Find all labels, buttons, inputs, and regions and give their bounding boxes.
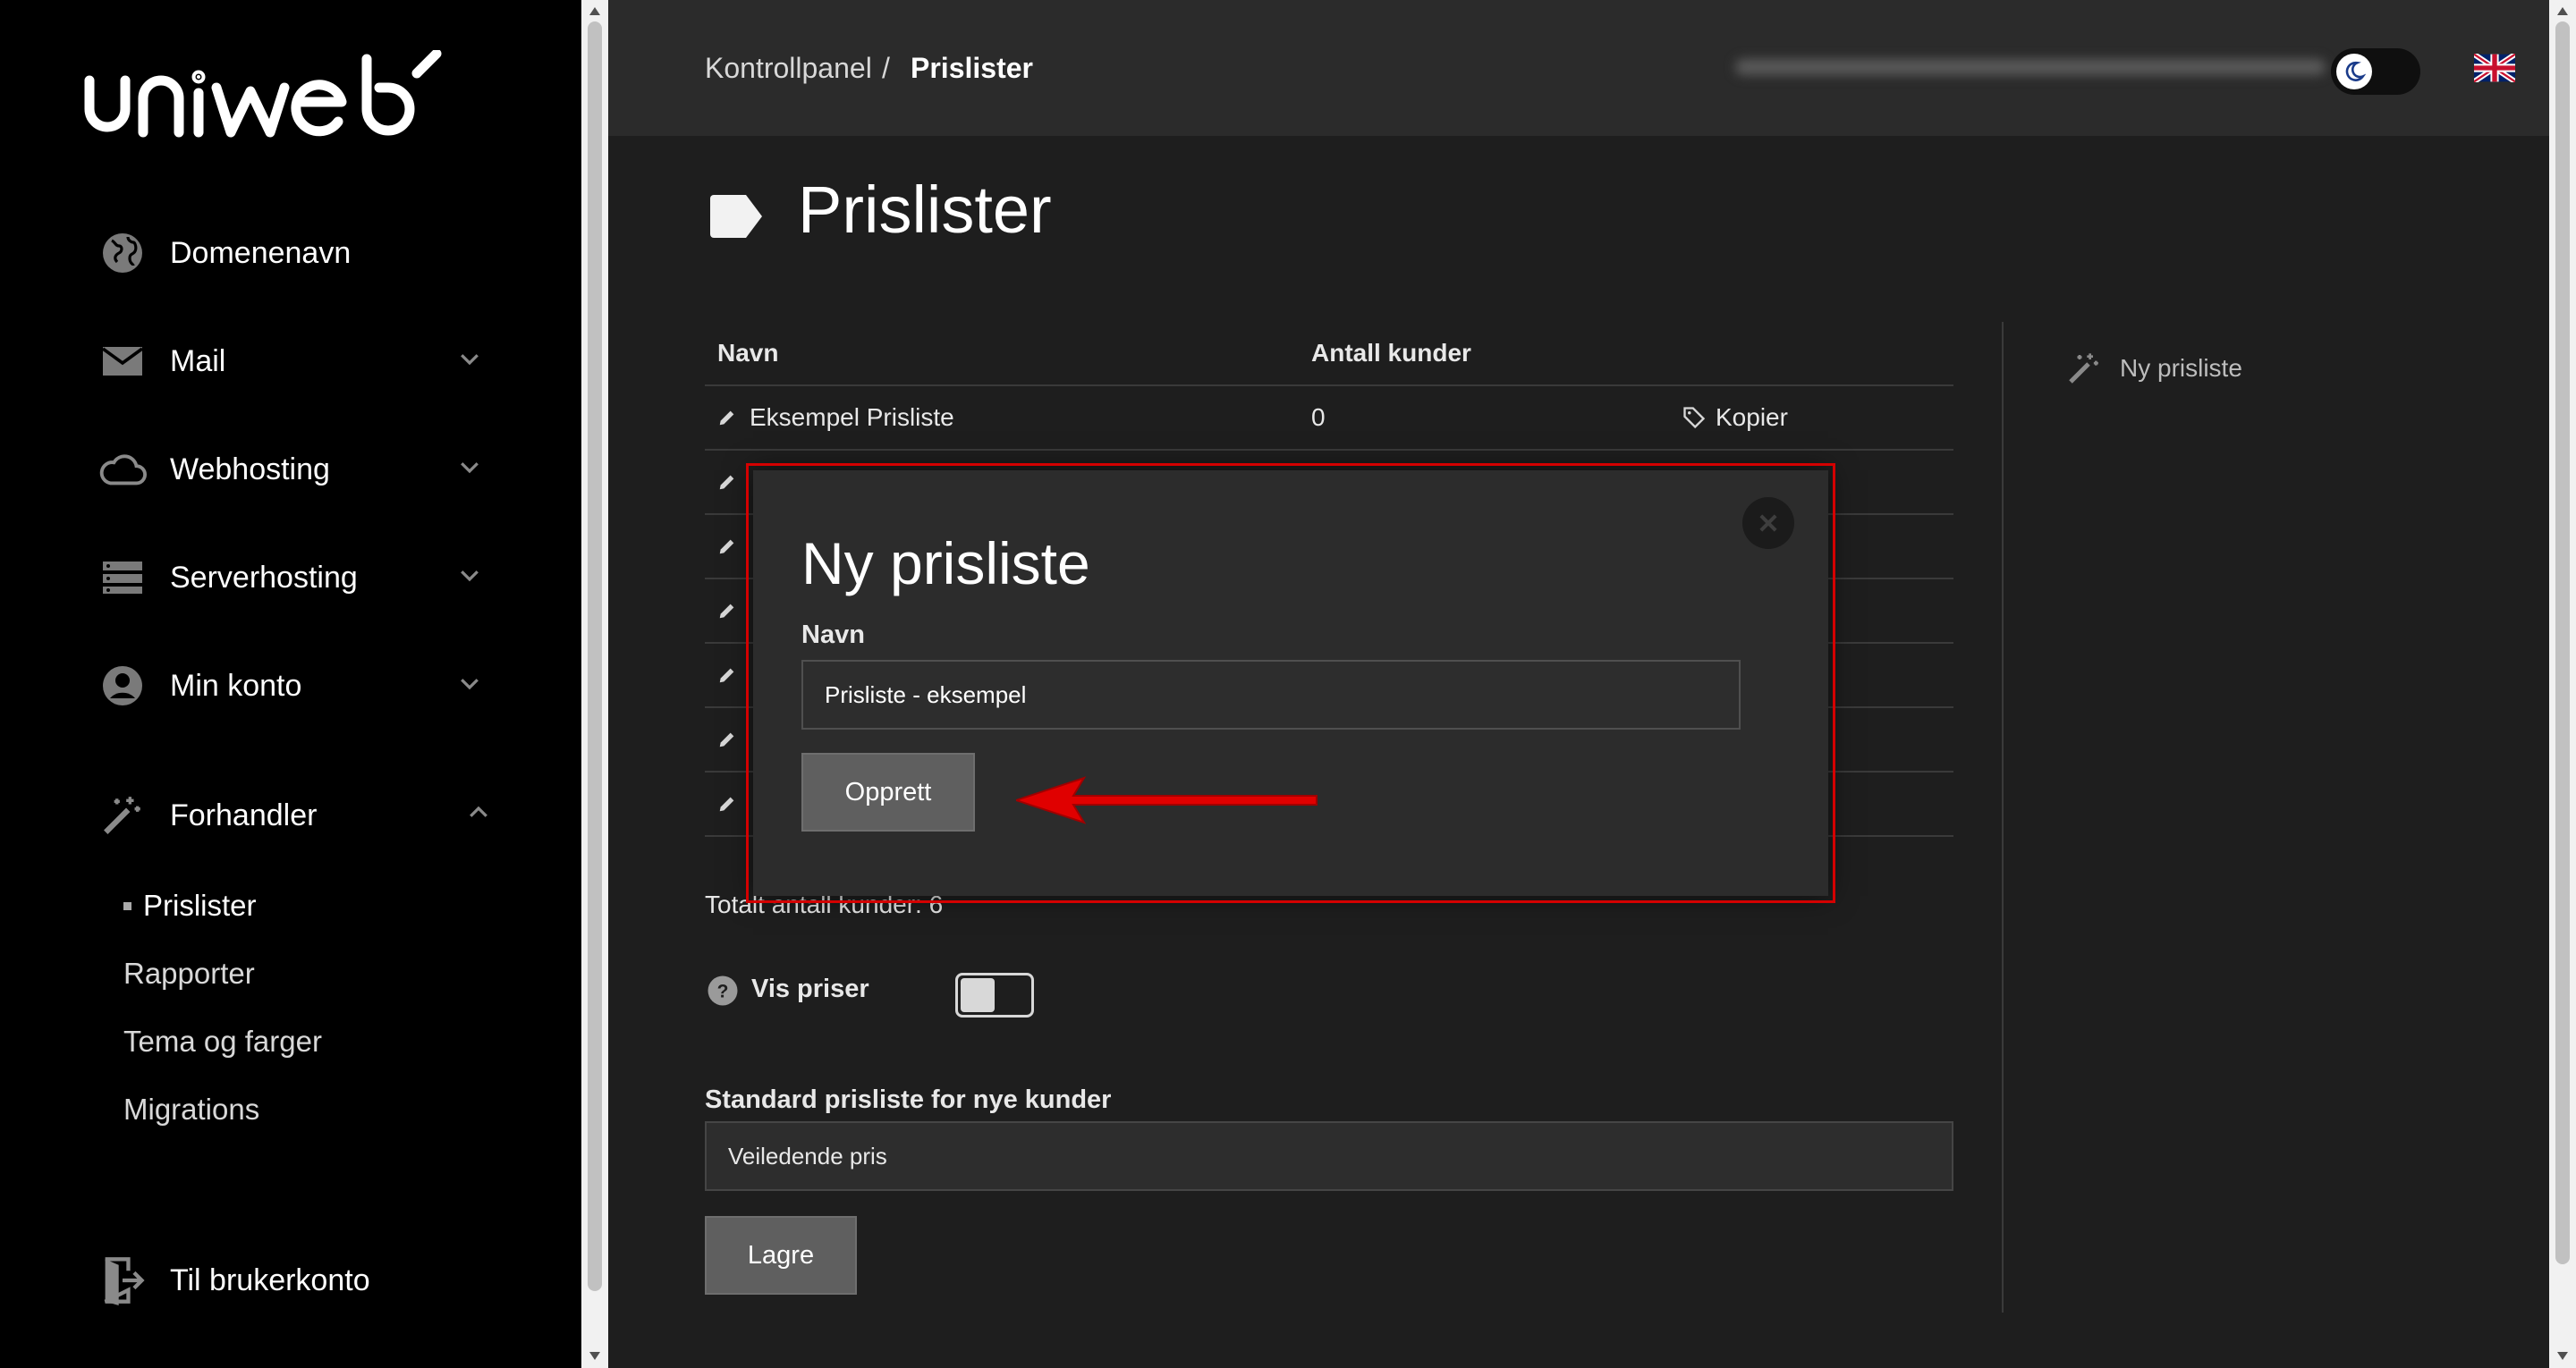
exit-icon [98,1256,147,1305]
pricelist-edit-link[interactable]: Eksempel Prisliste [717,403,1299,432]
sidebar-item-webhosting[interactable]: Webhosting [98,434,483,505]
top-header: Kontrollpanel / Prislister [608,0,2549,136]
magic-wand-icon [98,791,147,840]
pencil-icon [719,604,734,619]
chevron-down-icon[interactable] [456,562,483,588]
tag-icon [708,193,766,240]
mail-icon [98,337,147,385]
standard-pricelist-value: Veiledende pris [728,1142,887,1170]
copy-pricelist-button[interactable]: Kopier [1682,403,1953,432]
vis-priser-label: Vis priser [751,975,869,1003]
new-pricelist-link[interactable]: Ny prisliste [2066,350,2242,386]
pencil-icon [719,797,734,812]
highlight-outline [746,463,1835,903]
copy-label: Kopier [1716,403,1788,431]
sidebar: Domenenavn Mail Webhosting Serverhosting [0,0,581,1368]
main-scrollbar-thumb[interactable] [2555,21,2570,1264]
globe-icon [98,229,147,277]
sidebar-item-serverhosting[interactable]: Serverhosting [98,542,483,613]
sidebar-item-label: Forhandler [170,798,318,832]
sidebar-scrollbar[interactable] [581,0,608,1368]
sidebar-subitem-prislister[interactable]: Prislister [143,889,257,923]
page-title: Prislister [798,173,1052,247]
tag-outline-icon [1683,407,1706,429]
help-icon[interactable]: ? [707,975,739,1007]
main-scrollbar[interactable] [2549,0,2576,1368]
uniweb-logo[interactable] [82,50,476,139]
sidebar-item-domenenavn[interactable]: Domenenavn [98,217,483,289]
sidebar-item-min-konto[interactable]: Min konto [98,650,483,722]
sidebar-subitem-tema-og-farger[interactable]: Tema og farger [123,1025,322,1059]
table-row: Eksempel Prisliste 0 Kopier [705,385,1953,451]
breadcrumb-separator: / [882,52,890,84]
chevron-up-icon[interactable] [465,799,492,826]
scroll-down-arrow-icon[interactable] [2557,1352,2568,1360]
sidebar-item-label: Webhosting [170,452,330,486]
cloud-icon [98,445,147,494]
breadcrumb-root[interactable]: Kontrollpanel [705,52,872,85]
column-divider [2002,322,2004,1313]
standard-pricelist-select[interactable]: Veiledende pris [705,1121,1953,1191]
standard-pricelist-label: Standard prisliste for nye kunder [705,1085,1112,1114]
vis-priser-toggle[interactable] [955,973,1034,1018]
pricelist-name: Eksempel Prisliste [750,403,954,431]
pencil-icon [719,410,734,426]
save-button[interactable]: Lagre [705,1216,857,1295]
annotation-arrow-icon [1016,774,1320,826]
chevron-down-icon[interactable] [456,453,483,480]
column-header-antall-kunder: Antall kunder [1299,322,1669,386]
column-header-navn: Navn [705,322,1299,386]
table-header-row: Navn Antall kunder [705,322,1953,386]
scroll-up-arrow-icon[interactable] [2557,7,2568,15]
sidebar-scrollbar-thumb[interactable] [588,21,602,1291]
pricelist-customer-count: 0 [1299,385,1669,451]
theme-toggle[interactable] [2331,48,2420,95]
save-button-label: Lagre [747,1240,815,1270]
breadcrumb-current: Prislister [911,52,1033,84]
column-header-actions [1669,322,1953,386]
sidebar-footer-label: Til brukerkonto [170,1262,370,1297]
sidebar-subitem-migrations[interactable]: Migrations [123,1093,259,1127]
user-info-blurred [1735,59,2326,75]
pencil-icon [719,732,734,747]
sidebar-item-label: Mail [170,343,226,378]
scroll-up-arrow-icon[interactable] [589,7,600,15]
chevron-down-icon[interactable] [456,670,483,697]
til-brukerkonto-link[interactable]: Til brukerkonto [98,1245,483,1316]
moon-icon [2336,54,2372,89]
new-pricelist-label: Ny prisliste [2120,354,2242,382]
sidebar-subitem-rapporter[interactable]: Rapporter [123,957,255,991]
scroll-down-arrow-icon[interactable] [589,1352,600,1360]
pencil-icon [719,475,734,490]
sidebar-item-label: Min konto [170,668,302,703]
sidebar-item-label: Serverhosting [170,560,358,595]
sidebar-item-label: Domenenavn [170,235,352,270]
sidebar-item-mail[interactable]: Mail [98,325,483,397]
pencil-icon [719,668,734,683]
account-icon [98,662,147,710]
sidebar-item-forhandler[interactable]: Forhandler [98,780,487,851]
chevron-down-icon[interactable] [456,345,483,372]
svg-text:?: ? [717,982,729,1002]
pencil-icon [719,539,734,554]
uk-flag-icon[interactable] [2474,54,2515,82]
toggle-knob [961,978,995,1012]
magic-wand-icon [2069,353,2098,384]
active-bullet [123,902,131,910]
server-icon [98,553,147,602]
